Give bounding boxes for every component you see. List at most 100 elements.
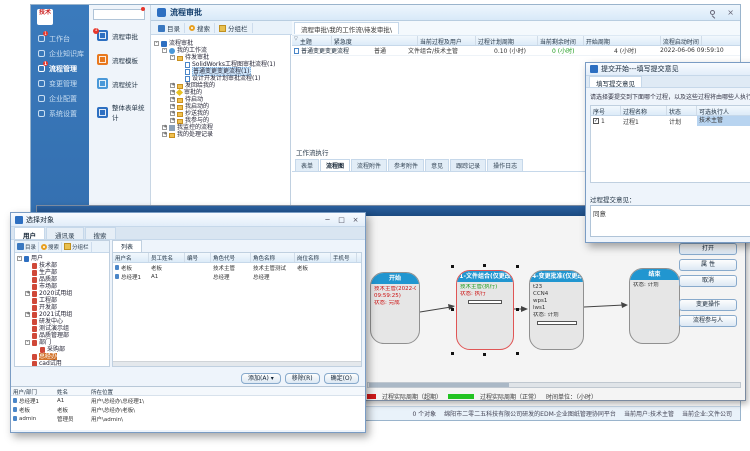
menu-item[interactable]: 整体表单统计 [89, 99, 150, 123]
org-tree-item[interactable]: + 2021试用组 [15, 311, 109, 318]
tree-item[interactable]: + 抄送我的 [151, 110, 290, 117]
node-file-assembly[interactable]: 1-文件组合(仅更改 技术主管(执行)状态: 执行 [456, 270, 514, 350]
list-column-header[interactable]: 编号 [185, 253, 211, 262]
table-row[interactable]: 普通变更变更流程 普通 文件组合/技术主管 0.10 (小时) 0 (小时) 4… [292, 46, 740, 56]
selection-handle[interactable] [483, 353, 486, 356]
selection-handle[interactable] [516, 265, 519, 268]
tree-expander[interactable]: + [25, 291, 30, 296]
workflow-action-button[interactable]: 流程参与人 [679, 315, 737, 327]
tree-expander[interactable]: + [170, 83, 175, 88]
selection-handle[interactable] [451, 265, 454, 268]
toolbar-button[interactable]: 分组栏 [62, 242, 92, 252]
opinion-textarea[interactable]: 同意 [590, 205, 750, 237]
toolbar-button[interactable]: 搜索 [39, 242, 62, 252]
org-tree-item[interactable]: - 用户 [15, 255, 109, 262]
column-header[interactable]: 当前过程及用户 [418, 36, 476, 45]
workflow-tab[interactable]: 操作日志 [487, 159, 523, 171]
selected-row[interactable]: 老板 老板 用户\总经办\老板\ [11, 405, 365, 414]
cell-executor[interactable]: 技术主管 [697, 116, 750, 126]
org-tree-item[interactable]: cad试用 [15, 360, 109, 367]
tree-expander[interactable]: + [170, 104, 175, 109]
node-change-approve[interactable]: 4-变更批准(仅更改 t23CCN4wps1lws1状态: 计划 [529, 270, 584, 350]
dialog-button[interactable]: 添加(A) ▾ [241, 373, 281, 384]
org-tree-item[interactable]: 品质管理部 [15, 332, 109, 339]
column-header[interactable]: 当前剩余时间 [538, 36, 584, 45]
tree-item[interactable]: - 待发审批 [151, 54, 290, 61]
selection-handle[interactable] [451, 352, 454, 355]
tree-item[interactable]: - 流程审批 [151, 40, 290, 47]
selected-row[interactable]: 总经理1 A1 用户\总经办\总经理1\ [11, 396, 365, 405]
select-dialog-tab[interactable]: 搜索 [85, 227, 116, 239]
tree-item[interactable]: 设计开发计划审批流程(1) [151, 75, 290, 82]
tree-expander[interactable]: + [162, 125, 167, 130]
list-column-header[interactable]: 用户名 [113, 253, 149, 262]
dialog-button[interactable]: 确定(O) [324, 373, 359, 384]
dialog-titlebar[interactable]: 提交开始---填写提交意见 [586, 63, 750, 76]
org-tree-item[interactable]: 测试演示组 [15, 325, 109, 332]
workflow-tab[interactable]: 参考附件 [388, 159, 424, 171]
menu-search-input[interactable] [93, 9, 145, 20]
org-tree-item[interactable]: 市场部 [15, 283, 109, 290]
list-tab[interactable]: 列表 [112, 240, 142, 252]
org-tree-item[interactable]: 开发部 [15, 304, 109, 311]
tree-item[interactable]: + 审批的 [151, 89, 290, 96]
column-header[interactable]: 开始周期 [584, 36, 661, 45]
column-header[interactable]: 流程启动时间 [661, 36, 702, 45]
selection-handle[interactable] [483, 264, 486, 267]
tree-expander[interactable]: - [25, 340, 30, 345]
menu-item[interactable]: 流程审批 1 [89, 27, 150, 51]
tab-fill-opinion[interactable]: 填写提交意见 [589, 76, 642, 87]
dialog-button[interactable]: 移除(R) [285, 373, 320, 384]
workflow-tab[interactable]: 意见 [425, 159, 449, 171]
menu-item[interactable]: 流程统计 [89, 75, 150, 99]
column-header[interactable]: 主题 [298, 36, 332, 45]
tree-item[interactable]: - 我的工作流 [151, 47, 290, 54]
tree-item[interactable]: + 发回给我的 [151, 82, 290, 89]
horizontal-scrollbar[interactable] [113, 361, 361, 366]
tree-expander[interactable]: + [25, 312, 30, 317]
tree-expander[interactable]: + [170, 111, 175, 116]
select-dialog-tab[interactable]: 用户 [14, 227, 45, 239]
selected-row[interactable]: admin 管理员 用户\admin\ [11, 414, 365, 423]
node-end[interactable]: 结束 状态: 计划 [629, 268, 680, 344]
process-row[interactable]: ✓1 过程1 计划 技术主管 [591, 116, 750, 126]
list-column-header[interactable]: 员工姓名 [149, 253, 185, 262]
org-tree-item[interactable]: 采购部 [15, 346, 109, 353]
sidebar-item[interactable]: 企业配置 [31, 91, 89, 106]
org-tree-item[interactable]: 技术部 [15, 262, 109, 269]
list-column-header[interactable]: 角色名称 [251, 253, 295, 262]
tree-expander[interactable]: - [162, 48, 167, 53]
tree-item[interactable]: + 我参与的 [151, 117, 290, 124]
workflow-action-button[interactable]: 取消 [679, 275, 737, 287]
workflow-action-button[interactable]: 变更操作 [679, 299, 737, 311]
org-tree-item[interactable]: + 2020试用组 [15, 290, 109, 297]
scrollbar-thumb[interactable] [369, 383, 509, 387]
toolbar-button[interactable]: 分组栏 [215, 23, 253, 33]
tree-expander[interactable]: + [170, 118, 175, 123]
tree-item[interactable]: + 我监控的流程 [151, 124, 290, 131]
close-icon[interactable]: × [350, 216, 361, 224]
select-dialog-tab[interactable]: 通讯录 [46, 227, 84, 239]
sidebar-item[interactable]: 系统设置 [31, 106, 89, 121]
org-tree-item[interactable]: 品质部 [15, 276, 109, 283]
user-row[interactable]: 老板 老板 技术主管 技术主管测试 老板 [113, 263, 361, 272]
minimize-icon[interactable]: ─ [322, 216, 333, 224]
workflow-tab[interactable]: 表单 [295, 159, 319, 171]
list-column-header[interactable]: 手机号 [331, 253, 357, 262]
pin-icon[interactable] [710, 10, 715, 15]
column-header[interactable]: 过程计划周期 [476, 36, 538, 45]
list-column-header[interactable]: 岗位名称 [295, 253, 331, 262]
toolbar-button[interactable]: 目录 [15, 242, 39, 252]
tree-expander[interactable]: + [170, 90, 175, 95]
tree-expander[interactable]: - [170, 55, 175, 60]
org-tree-item[interactable]: 研发中心 [15, 318, 109, 325]
workflow-action-button[interactable]: 属 性 [679, 259, 737, 271]
tree-item[interactable]: + 我的处理记录 [151, 131, 290, 138]
selection-handle[interactable] [516, 352, 519, 355]
maximize-icon[interactable]: □ [336, 216, 347, 224]
breadcrumb[interactable]: 流程审批\我的工作流\待发审批\ [294, 22, 399, 34]
tree-expander[interactable]: - [154, 41, 159, 46]
workflow-tab[interactable]: 流程图 [320, 159, 350, 171]
tree-item[interactable]: 普通变更变更流程(1) [151, 68, 290, 75]
menu-item[interactable]: 流程模板 [89, 51, 150, 75]
